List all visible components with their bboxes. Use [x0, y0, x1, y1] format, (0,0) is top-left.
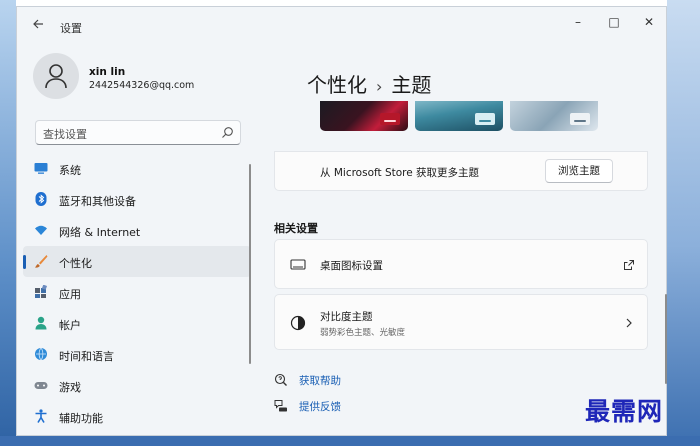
accessibility-icon [35, 409, 47, 423]
sidebar-item-label: 蓝牙和其他设备 [59, 195, 136, 208]
wifi-icon [35, 225, 47, 235]
browse-themes-button[interactable]: 浏览主题 [545, 159, 613, 183]
user-email: 2442544326@qq.com [89, 80, 195, 91]
sidebar-item-accessibility[interactable]: 辅助功能 [23, 401, 251, 432]
theme-gallery [320, 101, 650, 131]
desktop-background-left [0, 0, 16, 446]
minimize-button[interactable]: – [566, 12, 590, 32]
sidebar-item-label: 网络 & Internet [59, 226, 141, 239]
sidebar-item-label: 辅助功能 [59, 412, 103, 425]
contrast-icon [290, 315, 306, 331]
contrast-themes-row[interactable]: 对比度主题 弱势彩色主题、光敏度 [274, 294, 648, 350]
sidebar-item-network[interactable]: 网络 & Internet [23, 215, 251, 246]
breadcrumb-separator: › [376, 77, 383, 96]
apps-icon [35, 285, 48, 298]
theme-thumbnail-glow[interactable] [320, 101, 408, 131]
desktop-icon-settings-label: 桌面图标设置 [320, 260, 383, 272]
store-text: 从 Microsoft Store 获取更多主题 [320, 167, 480, 179]
sidebar-item-apps[interactable]: 应用 [23, 277, 251, 308]
breadcrumb-parent[interactable]: 个性化 [307, 73, 367, 97]
sidebar-item-bluetooth[interactable]: 蓝牙和其他设备 [23, 184, 251, 215]
person-icon [45, 64, 67, 89]
contrast-themes-title: 对比度主题 [320, 311, 373, 323]
watermark-text: 最需网 [585, 397, 664, 426]
desktop-background-bottom [0, 436, 700, 446]
close-button[interactable]: ✕ [637, 12, 661, 32]
sidebar-item-time-language[interactable]: 时间和语言 [23, 339, 251, 370]
gamepad-icon [34, 382, 48, 389]
search-placeholder: 查找设置 [43, 128, 87, 141]
avatar[interactable] [33, 53, 79, 99]
theme-thumbnail-bloom[interactable] [510, 101, 598, 131]
content-scrollbar[interactable] [665, 294, 667, 384]
get-help-label: 获取帮助 [299, 375, 341, 387]
sidebar-item-label: 应用 [59, 288, 81, 301]
page-title: 主题 [391, 73, 432, 97]
sidebar-item-label: 游戏 [59, 381, 81, 394]
settings-window: 设置 – □ ✕ xin lin 2442544326@qq.com 查找设置 … [16, 6, 667, 436]
globe-clock-icon [35, 347, 47, 361]
sidebar-item-system[interactable]: 系统 [23, 153, 251, 184]
desktop-background-right [667, 0, 700, 446]
monitor-icon [290, 259, 306, 270]
help-icon [274, 373, 287, 386]
theme-store-card: 从 Microsoft Store 获取更多主题 浏览主题 [274, 151, 648, 191]
give-feedback-label: 提供反馈 [299, 401, 341, 413]
sidebar-item-gaming[interactable]: 游戏 [23, 370, 251, 401]
account-icon [35, 316, 47, 330]
external-link-icon [624, 260, 634, 270]
back-arrow-icon[interactable] [29, 18, 47, 36]
sidebar-item-personalization[interactable]: 个性化 [23, 246, 251, 277]
bluetooth-icon [35, 192, 47, 206]
sidebar-item-label: 系统 [59, 164, 81, 177]
breadcrumb: 个性化 › 主题 [307, 69, 431, 98]
search-input[interactable]: 查找设置 [35, 120, 241, 145]
sidebar-item-label: 帐户 [59, 319, 81, 332]
desktop-icon-settings-row[interactable]: 桌面图标设置 [274, 239, 648, 289]
user-name: xin lin [89, 66, 126, 78]
sidebar-item-accounts[interactable]: 帐户 [23, 308, 251, 339]
sidebar-scrollbar[interactable] [249, 164, 251, 364]
contrast-themes-subtitle: 弱势彩色主题、光敏度 [320, 328, 406, 338]
maximize-button[interactable]: □ [602, 12, 626, 32]
sidebar-item-label: 个性化 [59, 257, 92, 270]
chevron-right-icon [626, 318, 632, 328]
theme-thumbnail-flow[interactable] [415, 101, 503, 131]
search-icon [222, 127, 233, 138]
related-settings-heading: 相关设置 [274, 222, 318, 235]
sidebar-item-label: 时间和语言 [59, 350, 114, 363]
sidebar-nav: 系统 蓝牙和其他设备 网络 & Internet 个性化 应用 帐户 时间和语言 [23, 153, 251, 432]
feedback-icon [274, 400, 287, 412]
app-title: 设置 [60, 22, 82, 35]
brush-icon [35, 255, 48, 268]
monitor-icon [34, 163, 48, 174]
active-indicator [23, 255, 26, 269]
